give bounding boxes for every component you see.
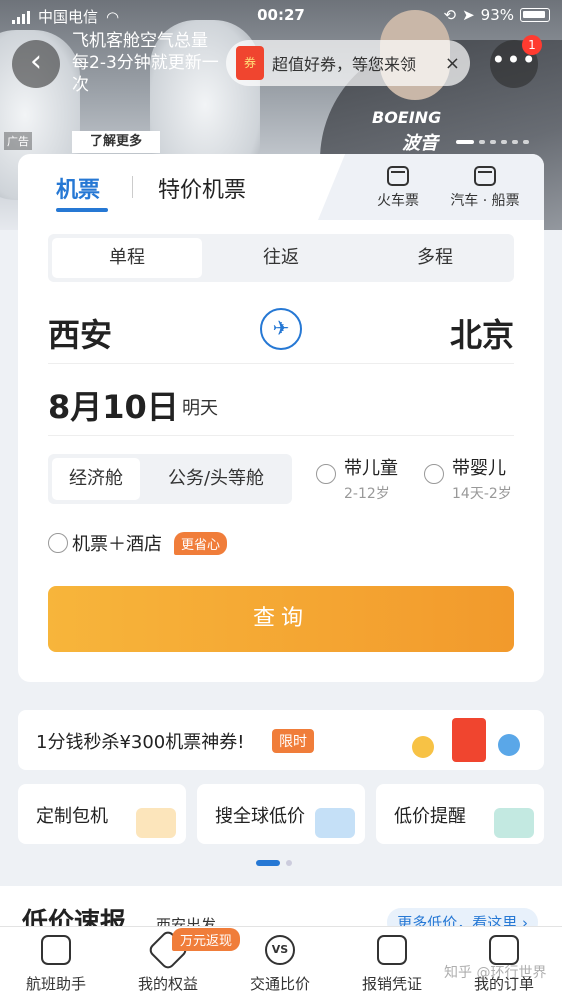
close-icon[interactable]: × [445,53,460,74]
nav-reimbursement[interactable]: 报销凭证 [336,935,448,994]
with-infant-option[interactable]: 带婴儿 14天-2岁 [424,454,512,503]
brand-en: BOEING [372,108,442,127]
arrival-city[interactable]: 北京 [450,310,514,356]
departure-date-hint: 明天 [182,398,218,419]
location-icon: ➤ [462,6,475,24]
bus-icon [474,166,496,186]
trip-round-trip[interactable]: 往返 [206,238,356,278]
product-tabs: 机票 特价机票 火车票 汽车 · 船票 [18,154,544,220]
tab-active-indicator [56,208,108,212]
nav-label: 航班助手 [25,975,86,993]
back-button[interactable]: ‹ [12,40,60,88]
quick-label: 定制包机 [36,806,108,827]
quick-links-pagination [256,860,292,866]
tab-train[interactable]: 火车票 [362,166,434,210]
globe-search-icon [315,808,355,838]
cashback-badge: 万元返现 [172,928,241,951]
lock-rotation-icon: ⟲ [443,6,457,24]
quick-label: 搜全球低价 [215,806,305,827]
promo-illustration [406,716,526,768]
boeing-logo: BOEING 波音 [372,108,441,155]
monitor-icon [41,935,71,965]
radio-icon [424,464,444,484]
flight-hotel-tag: 更省心 [174,531,228,555]
nav-label: 报销凭证 [361,975,422,993]
promo-text: 1分钱秒杀¥300机票神券! [36,732,245,753]
promo-tag: 限时 [272,729,314,753]
notification-badge: 1 [522,35,542,55]
chevron-left-icon: ‹ [30,44,42,79]
departure-date: 8月10日 [48,388,179,426]
brand-cn: 波音 [402,133,438,154]
coupon-icon: 券 [236,46,264,80]
trip-type-selector: 单程 往返 多程 [48,234,514,282]
battery-icon [520,8,550,22]
learn-more-link[interactable]: 了解更多 [72,131,160,153]
tab-bus-ship[interactable]: 汽车 · 船票 [440,166,530,210]
quick-price-alert[interactable]: 低价提醒 [376,784,544,844]
route-row: 西安 ✈ 北京 [48,300,514,364]
plane-ticket-icon [136,808,176,838]
document-icon [489,935,519,965]
tab-flight[interactable]: 机票 [56,172,100,204]
banner-headline: 飞机客舱空气总量每2-3分钟就更新一次 [72,31,219,95]
nav-label: 我的权益 [137,975,198,993]
train-icon [387,166,409,186]
tab-train-label: 火车票 [377,193,419,209]
status-bar: 中国电信 ◠ 00:27 ⟲ ➤ 93% [0,0,562,32]
booking-card: 机票 特价机票 火车票 汽车 · 船票 单程 往返 多程 西安 ✈ 北京 8月1… [18,154,544,682]
quick-global-low-price[interactable]: 搜全球低价 [197,784,365,844]
tab-bus-label: 汽车 · 船票 [450,193,520,209]
quick-custom-charter[interactable]: 定制包机 [18,784,186,844]
departure-city[interactable]: 西安 [48,310,112,356]
tab-divider [132,176,133,198]
flight-hotel-label: 机票＋酒店 [72,534,162,555]
banner-pagination [456,140,529,144]
tab-special-fare[interactable]: 特价机票 [158,172,246,204]
coupon-pill[interactable]: 券 超值好券，等您来领 × [226,40,470,86]
nav-transport-compare[interactable]: VS 交通比价 [224,935,336,994]
cabin-business-first[interactable]: 公务/头等舱 [144,458,288,500]
promo-banner[interactable]: 1分钱秒杀¥300机票神券! 限时 [18,710,544,770]
cabin-economy[interactable]: 经济舱 [52,458,140,500]
with-child-label: 带儿童 [344,458,398,479]
cabin-selector: 经济舱 公务/头等舱 [48,454,292,504]
trip-multi-city[interactable]: 多程 [360,238,510,278]
nav-label: 交通比价 [249,975,310,993]
trip-one-way[interactable]: 单程 [52,238,202,278]
battery-percent: 93% [480,6,514,24]
watermark: 知乎 @环行世界 [444,965,547,981]
receipt-icon [377,935,407,965]
with-infant-age: 14天-2岁 [452,486,512,502]
date-picker[interactable]: 8月10日 明天 [48,366,514,436]
ad-label: 广告 [4,132,32,150]
trend-chart-icon [494,808,534,838]
coupon-text: 超值好券，等您来领 [272,55,417,74]
radio-icon [316,464,336,484]
vs-icon: VS [265,935,295,965]
with-infant-label: 带婴儿 [452,458,506,479]
search-button[interactable]: 查询 [48,586,514,652]
swap-cities-button[interactable]: ✈ [260,308,302,350]
flight-hotel-option[interactable]: 机票＋酒店 更省心 [48,530,228,556]
plane-icon: ✈ [272,316,290,340]
radio-icon [48,533,68,553]
quick-label: 低价提醒 [394,806,466,827]
with-child-option[interactable]: 带儿童 2-12岁 [316,454,398,503]
with-child-age: 2-12岁 [344,486,390,502]
nav-flight-assistant[interactable]: 航班助手 [0,935,112,994]
